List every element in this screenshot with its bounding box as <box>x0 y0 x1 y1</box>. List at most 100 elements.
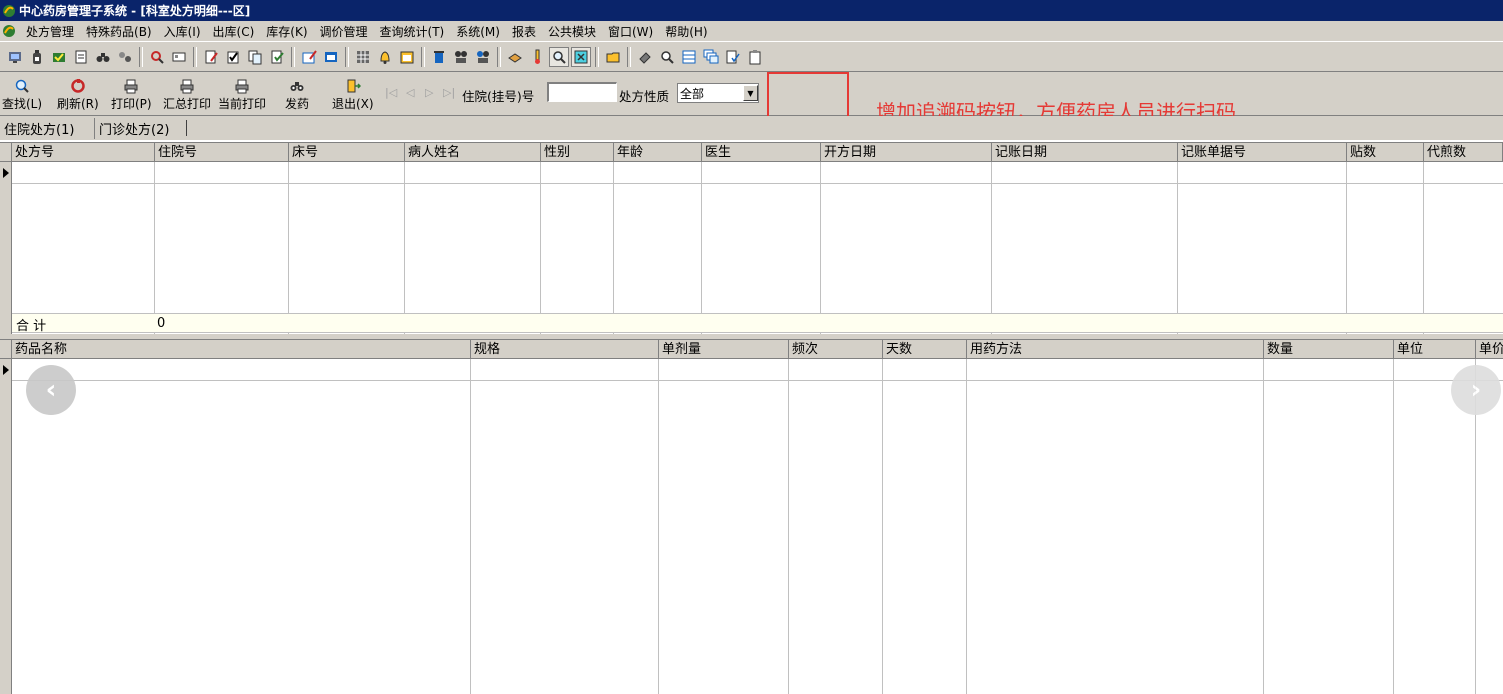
menu-price-adjust[interactable]: 调价管理 <box>314 23 374 40</box>
col-gender[interactable]: 性别 <box>541 143 614 162</box>
rx-type-label: 处方性质 <box>619 89 670 104</box>
tool-pills-icon[interactable] <box>115 47 135 67</box>
tool-search-red-icon[interactable] <box>147 47 167 67</box>
current-print-button[interactable]: 当前打印 <box>218 78 266 112</box>
tool-search-people-icon[interactable] <box>451 47 471 67</box>
grid-col-line <box>1177 162 1178 335</box>
tool-zoom-icon[interactable] <box>549 46 569 67</box>
menu-inventory[interactable]: 库存(K) <box>260 23 313 40</box>
menu-window[interactable]: 窗口(W) <box>602 23 659 40</box>
tool-copy-icon[interactable] <box>245 47 265 67</box>
col-unit[interactable]: 单位 <box>1394 340 1476 359</box>
rx-type-select[interactable]: 全部 ▼ <box>677 83 759 103</box>
tool-window-icon[interactable] <box>321 47 341 67</box>
tool-folder-icon[interactable] <box>603 47 623 67</box>
tool-monitor-icon[interactable] <box>5 47 25 67</box>
menu-query-stats[interactable]: 查询统计(T) <box>374 23 451 40</box>
print-button[interactable]: 打印(P) <box>111 78 152 112</box>
col-rx-date[interactable]: 开方日期 <box>821 143 992 162</box>
menu-stock-out[interactable]: 出库(C) <box>207 23 261 40</box>
col-rx-number[interactable]: 处方号 <box>12 143 155 162</box>
chevron-down-icon[interactable]: ▼ <box>743 85 758 101</box>
col-drug-name[interactable]: 药品名称 <box>12 340 471 359</box>
tool-cascade-icon[interactable] <box>701 47 721 67</box>
summary-print-button[interactable]: 汇总打印 <box>163 78 211 112</box>
dispense-button-label: 发药 <box>285 97 310 111</box>
col-patient-name[interactable]: 病人姓名 <box>405 143 541 162</box>
col-billing-doc-number[interactable]: 记账单据号 <box>1178 143 1347 162</box>
tool-check-doc-icon[interactable] <box>223 47 243 67</box>
col-unit-price[interactable]: 单价 <box>1476 340 1503 359</box>
grid-col-line <box>470 359 471 694</box>
summary-print-button-label: 汇总打印 <box>163 97 212 111</box>
col-frequency[interactable]: 频次 <box>789 340 883 359</box>
refresh-button[interactable]: 刷新(R) <box>57 78 99 112</box>
toolbar-separator <box>595 46 599 67</box>
menu-stock-in[interactable]: 入库(I) <box>158 23 207 40</box>
tool-grid-icon[interactable] <box>353 47 373 67</box>
tool-doc-check-icon[interactable] <box>723 47 743 67</box>
grid-col-line <box>1393 359 1394 694</box>
col-specification[interactable]: 规格 <box>471 340 659 359</box>
tool-trash-icon[interactable] <box>429 47 449 67</box>
carousel-next-button[interactable]: › <box>1451 365 1501 415</box>
next-record-icon[interactable]: ▷ <box>425 86 433 99</box>
tool-bell-icon[interactable] <box>375 47 395 67</box>
current-row-marker-icon <box>3 168 9 178</box>
tool-thermometer-icon[interactable] <box>527 47 547 67</box>
tool-list-icon[interactable] <box>679 47 699 67</box>
row-indicator-column <box>0 359 12 694</box>
col-doctor[interactable]: 医生 <box>702 143 821 162</box>
col-billing-date[interactable]: 记账日期 <box>992 143 1178 162</box>
menu-system[interactable]: 系统(M) <box>450 23 506 40</box>
col-decoction-count[interactable]: 代煎数 <box>1424 143 1503 162</box>
col-age[interactable]: 年龄 <box>614 143 702 162</box>
grid-row-line <box>12 183 1503 184</box>
prev-record-icon[interactable]: ◁ <box>406 86 414 99</box>
tab-inpatient-rx[interactable]: 住院处方(1) <box>0 118 79 139</box>
tool-box-icon[interactable] <box>505 47 525 67</box>
tool-binoculars-icon[interactable] <box>93 47 113 67</box>
tool-document-icon[interactable] <box>71 47 91 67</box>
drug-detail-grid-header: 药品名称 规格 单剂量 频次 天数 用药方法 数量 单位 单价 <box>0 340 1503 359</box>
tool-eraser-icon[interactable] <box>635 47 655 67</box>
col-days[interactable]: 天数 <box>883 340 967 359</box>
menu-special-drugs[interactable]: 特殊药品(B) <box>80 23 158 40</box>
tool-clipboard-icon[interactable] <box>745 47 765 67</box>
grid-col-line <box>882 359 883 694</box>
tool-envelope-check-icon[interactable] <box>49 47 69 67</box>
menu-reports[interactable]: 报表 <box>506 23 542 40</box>
app-menu-icon[interactable] <box>2 24 16 38</box>
tool-close-box-icon[interactable] <box>571 46 591 67</box>
toolbar-separator <box>345 46 349 67</box>
menu-rx-management[interactable]: 处方管理 <box>20 23 80 40</box>
col-doses[interactable]: 贴数 <box>1347 143 1424 162</box>
dispense-button[interactable]: 发药 <box>285 78 309 112</box>
last-record-icon[interactable]: ▷| <box>443 86 455 99</box>
drug-detail-grid[interactable]: 药品名称 规格 单剂量 频次 天数 用药方法 数量 单位 单价 <box>0 339 1503 694</box>
first-record-icon[interactable]: |◁ <box>385 86 397 99</box>
tool-user-search-icon[interactable] <box>473 47 493 67</box>
tool-bottle-icon[interactable] <box>27 47 47 67</box>
menu-help[interactable]: 帮助(H) <box>659 23 713 40</box>
col-bed-number[interactable]: 床号 <box>289 143 405 162</box>
carousel-prev-button[interactable]: ‹ <box>26 365 76 415</box>
col-single-dose[interactable]: 单剂量 <box>659 340 789 359</box>
prescription-grid[interactable]: 处方号 住院号 床号 病人姓名 性别 年龄 医生 开方日期 记账日期 记账单据号… <box>0 142 1503 335</box>
col-usage-method[interactable]: 用药方法 <box>967 340 1264 359</box>
menu-public-modules[interactable]: 公共模块 <box>542 23 602 40</box>
tool-magnify-icon[interactable] <box>657 47 677 67</box>
row-indicator-header <box>0 340 12 359</box>
tool-approve-icon[interactable] <box>267 47 287 67</box>
tool-edit-doc-icon[interactable] <box>201 47 221 67</box>
tool-form-edit-icon[interactable] <box>299 47 319 67</box>
col-admission-number[interactable]: 住院号 <box>155 143 289 162</box>
tool-card-icon[interactable] <box>169 47 189 67</box>
col-quantity[interactable]: 数量 <box>1264 340 1394 359</box>
admission-number-input[interactable] <box>547 82 617 102</box>
current-print-button-label: 当前打印 <box>218 97 267 111</box>
exit-button[interactable]: 退出(X) <box>332 78 374 112</box>
find-button[interactable]: 查找(L) <box>2 78 42 112</box>
tab-outpatient-rx[interactable]: 门诊处方(2) <box>94 118 173 139</box>
tool-calendar-icon[interactable] <box>397 47 417 67</box>
